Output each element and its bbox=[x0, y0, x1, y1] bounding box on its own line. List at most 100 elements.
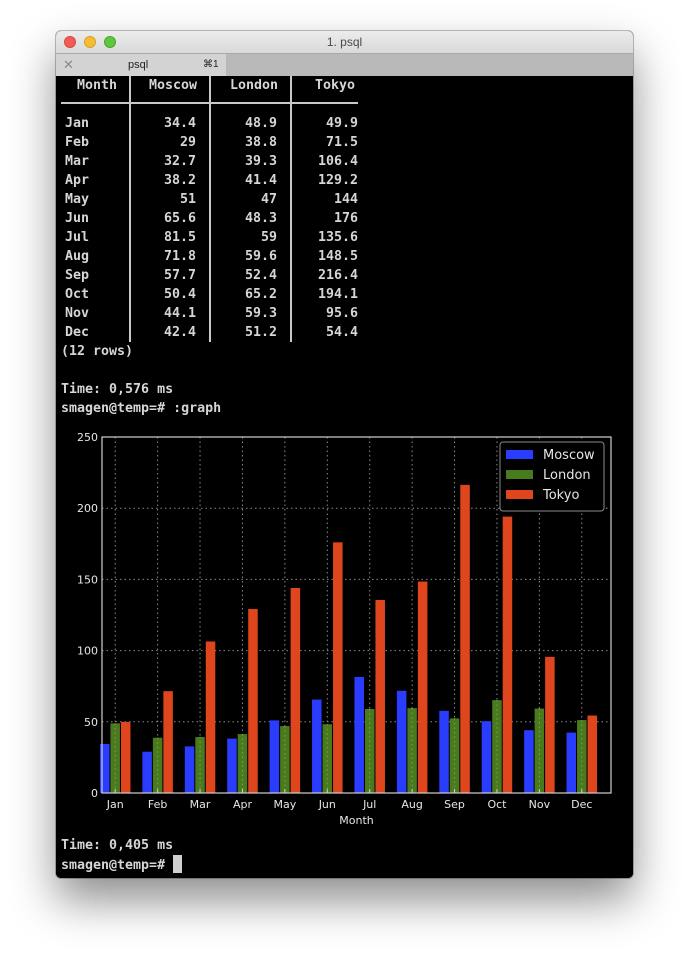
table-cell: 38.2 bbox=[163, 173, 196, 188]
bar-tokyo bbox=[248, 609, 258, 793]
table-cell: 65.6 bbox=[163, 211, 196, 226]
table-cell: 29 bbox=[179, 135, 196, 150]
bar-tokyo bbox=[333, 542, 343, 793]
table-cell: 48.9 bbox=[244, 116, 277, 131]
close-icon[interactable]: ✕ bbox=[63, 57, 74, 73]
table-cell: Jul bbox=[65, 230, 90, 245]
bar-tokyo bbox=[417, 581, 428, 793]
table-cell: 135.6 bbox=[317, 230, 358, 245]
bar-tokyo bbox=[120, 721, 131, 793]
table-cell: 42.4 bbox=[163, 325, 196, 340]
tab-label: psql bbox=[128, 59, 149, 71]
prompt-line-2[interactable]: smagen@temp=# bbox=[61, 855, 183, 875]
bar-moscow bbox=[481, 721, 492, 793]
table-cell: 54.4 bbox=[325, 325, 358, 340]
table-cell: Mar bbox=[65, 154, 90, 169]
column-header: Month bbox=[76, 78, 118, 93]
table-cell: 51 bbox=[179, 192, 196, 207]
legend-label: London bbox=[543, 468, 591, 483]
column-header: Tokyo bbox=[314, 78, 356, 93]
x-tick-label: Sep bbox=[444, 798, 465, 811]
table-cell: 50.4 bbox=[163, 287, 196, 302]
bar-moscow bbox=[439, 710, 449, 793]
bar-moscow bbox=[396, 690, 407, 793]
table-cell: 39.3 bbox=[244, 154, 277, 169]
bar-moscow bbox=[524, 730, 534, 793]
table-cell: Feb bbox=[65, 135, 90, 150]
table-cell: Jun bbox=[65, 211, 90, 226]
bar-moscow bbox=[227, 738, 237, 793]
table-cell: 48.3 bbox=[244, 211, 277, 226]
y-tick-label: 100 bbox=[77, 645, 98, 658]
bar-moscow bbox=[312, 699, 322, 793]
table-cell: 216.4 bbox=[317, 268, 358, 283]
table-cell: 38.8 bbox=[244, 135, 277, 150]
bar-london bbox=[364, 708, 375, 793]
text-cursor bbox=[173, 855, 183, 873]
bar-tokyo bbox=[290, 587, 301, 793]
terminal-window: 1. psql ✕ psql ⌘1 Month Moscow London Tokyo… bbox=[56, 31, 633, 878]
prompt: smagen@temp=# bbox=[61, 858, 174, 873]
legend-label: Tokyo bbox=[542, 488, 579, 503]
prompt-line: smagen@temp=# :graph bbox=[61, 399, 221, 418]
x-tick-label: Jan bbox=[106, 798, 124, 811]
table-cell: 176 bbox=[333, 211, 358, 226]
legend-swatch-moscow bbox=[506, 450, 533, 459]
table-cell: 81.5 bbox=[163, 230, 196, 245]
column-separator bbox=[129, 76, 131, 342]
x-tick-label: Jun bbox=[318, 798, 336, 811]
bar-tokyo bbox=[375, 599, 385, 793]
table-cell: 52.4 bbox=[244, 268, 277, 283]
bar-tokyo bbox=[163, 691, 173, 793]
table-cell: May bbox=[65, 192, 90, 207]
legend-label: Moscow bbox=[543, 448, 595, 463]
x-tick-label: Oct bbox=[487, 798, 507, 811]
tab-shortcut: ⌘1 bbox=[203, 59, 219, 70]
x-tick-label: Nov bbox=[529, 798, 551, 811]
table-cell: 148.5 bbox=[317, 249, 358, 264]
x-tick-label: Aug bbox=[401, 798, 422, 811]
table-cell: 59 bbox=[260, 230, 277, 245]
table-cell: 34.4 bbox=[163, 116, 196, 131]
bar-moscow bbox=[354, 676, 364, 793]
table-cell: Nov bbox=[65, 306, 90, 321]
timing-line: Time: 0,576 ms bbox=[61, 382, 174, 397]
bar-chart: 0 50 100 150 200 250 Jan Feb Mar Apr May Jun Jul Aug S… bbox=[77, 431, 612, 827]
x-tick-label: May bbox=[274, 798, 297, 811]
y-tick-label: 250 bbox=[77, 431, 98, 444]
column-separator bbox=[290, 76, 292, 342]
table-cell: 194.1 bbox=[317, 287, 358, 302]
y-tick-label: 0 bbox=[91, 787, 98, 800]
bar-moscow bbox=[184, 746, 195, 793]
window-title: 1. psql bbox=[326, 35, 363, 49]
title-bar[interactable]: 1. psql bbox=[56, 31, 633, 53]
x-tick-label: Dec bbox=[571, 798, 592, 811]
bar-moscow bbox=[99, 744, 110, 793]
table-cell: 41.4 bbox=[244, 173, 277, 188]
table-cell: 49.9 bbox=[325, 116, 358, 131]
table-cell: 71.8 bbox=[163, 249, 196, 264]
x-tick-label: Jul bbox=[362, 798, 376, 811]
terminal-output[interactable]: Month Moscow London Tokyo Jan 34.4 48.9 49.9 Feb… bbox=[56, 76, 633, 878]
column-header: London bbox=[229, 78, 279, 93]
bar-tokyo bbox=[587, 715, 598, 793]
timing-line-2: Time: 0,405 ms bbox=[61, 838, 174, 853]
table-cell: 59.3 bbox=[244, 306, 277, 321]
tab-bar: ✕ psql ⌘1 bbox=[56, 53, 633, 77]
table-cell: 71.5 bbox=[325, 135, 358, 150]
tab-psql[interactable]: ✕ psql ⌘1 bbox=[56, 54, 226, 77]
table-cell: 129.2 bbox=[317, 173, 358, 188]
bar-tokyo bbox=[502, 516, 513, 793]
table-cell: Sep bbox=[65, 268, 90, 283]
table-cell: 32.7 bbox=[163, 154, 196, 169]
bar-tokyo bbox=[460, 484, 470, 793]
bar-tokyo bbox=[545, 656, 555, 793]
x-tick-label: Apr bbox=[233, 798, 253, 811]
row-count: (12 rows) bbox=[61, 344, 134, 359]
bar-moscow bbox=[566, 732, 577, 793]
x-tick-label: Mar bbox=[190, 798, 211, 811]
bar-moscow bbox=[142, 751, 152, 793]
table-cell: Apr bbox=[65, 173, 90, 188]
prompt: smagen@temp=# bbox=[61, 401, 174, 416]
table-cell: 44.1 bbox=[163, 306, 196, 321]
